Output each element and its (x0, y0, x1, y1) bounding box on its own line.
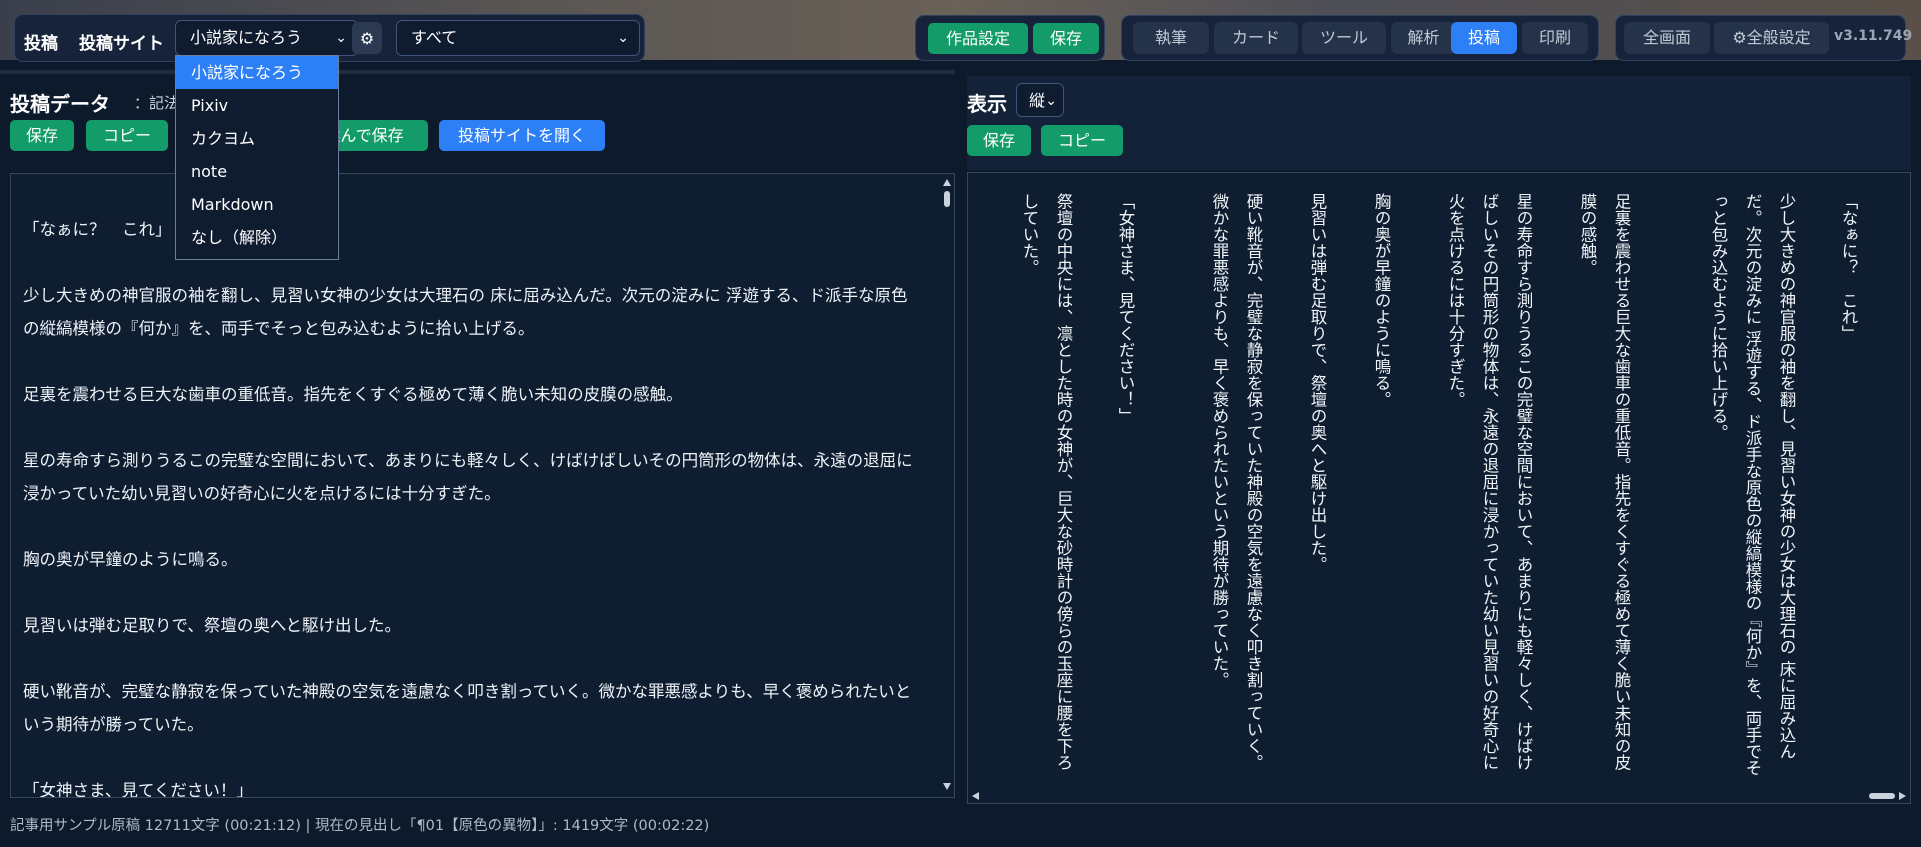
left-save-button[interactable]: 保存 (10, 120, 74, 151)
vertical-paragraph: 星の寿命すら測りうるこの完璧な空間において、あまりにも軽々しく、けばけばしいその… (1446, 193, 1533, 771)
gear-icon: ⚙ (359, 29, 375, 48)
right-save-button[interactable]: 保存 (967, 125, 1031, 156)
orientation-select[interactable]: 縦 ⌄ (1016, 83, 1064, 117)
notation-note: ：記法 (134, 94, 180, 112)
work-settings-group: 作品設定 保存 (915, 15, 1105, 61)
site-select[interactable]: 小説家になろう ⌄ (175, 20, 358, 56)
tab-card[interactable]: カード (1214, 22, 1298, 54)
vertical-paragraph: 「女神さま、見てください！」 (1116, 193, 1135, 424)
site-settings-button[interactable]: ⚙ (352, 22, 382, 54)
tab-tools[interactable]: ツール (1302, 22, 1386, 54)
vertical-paragraph: 足裏を震わせる巨大な歯車の重低音。指先をくすぐる極めて薄く脆い未知の皮膜の感触。 (1578, 193, 1631, 771)
filter-select[interactable]: すべて ⌄ (396, 20, 640, 56)
work-settings-button[interactable]: 作品設定 (928, 23, 1028, 54)
menu-item-narou[interactable]: 小説家になろう (176, 56, 338, 89)
vertical-paragraph: 少し大きめの神官服の袖を翻し、見習い女神の少女は大理石の 床に屈み込んだ。次元の… (1709, 193, 1796, 776)
paragraph: 硬い靴音が、完璧な静寂を保っていた神殿の空気を遠慮なく叩き割っていく。微かな罪悪… (23, 682, 912, 734)
toukou-label: 投稿 (24, 34, 58, 54)
menu-item-none[interactable]: なし（解除） (176, 221, 338, 254)
tab-writing[interactable]: 執筆 (1133, 22, 1209, 54)
paragraph: 「なぁに？ これ」 (23, 220, 172, 239)
chevron-down-icon: ⌄ (335, 30, 347, 46)
open-site-button[interactable]: 投稿サイトを開く (439, 120, 605, 151)
orientation-value: 縦 (1029, 91, 1046, 110)
site-select-value: 小説家になろう (190, 28, 303, 47)
filter-select-value: すべて (411, 28, 458, 47)
menu-item-note[interactable]: note (176, 155, 338, 188)
version-label: v3.11.749 (1834, 28, 1913, 44)
paragraph: 見習いは弾む足取りで、祭壇の奥へと駆け出した。 (23, 616, 402, 635)
tab-print[interactable]: 印刷 (1522, 22, 1588, 54)
fullscreen-button[interactable]: 全画面 (1624, 22, 1710, 54)
status-bar: 記事用サンプル原稿 12711文字 (00:21:12) | 現在の見出し「¶0… (10, 818, 710, 834)
tab-post[interactable]: 投稿 (1451, 22, 1517, 54)
menu-item-markdown[interactable]: Markdown (176, 188, 338, 221)
vertical-paragraph: 「なぁに？ これ」 (1839, 193, 1858, 342)
site-dropdown-menu: 小説家になろう Pixiv カクヨム note Markdown なし（解除） (175, 55, 339, 260)
paragraph: 少し大きめの神官服の袖を翻し、見習い女神の少女は大理石の 床に屈み込んだ。次元の… (23, 286, 908, 338)
top-save-button[interactable]: 保存 (1033, 23, 1099, 54)
menu-item-pixiv[interactable]: Pixiv (176, 89, 338, 122)
preview-scrollbar[interactable] (970, 791, 1908, 801)
paragraph: 星の寿命すら測りうるこの完璧な空間において、あまりにも軽々しく、けばけばしいその… (23, 451, 913, 503)
paragraph: 足裏を震わせる巨大な歯車の重低音。指先をくすぐる極めて薄く脆い未知の皮膜の感触。 (23, 385, 683, 404)
editor-content: 「なぁに？ これ」 少し大きめの神官服の袖を翻し、見習い女神の少女は大理石の 床… (23, 213, 938, 798)
global-settings-button[interactable]: ⚙全般設定 (1714, 22, 1829, 54)
post-text-editor[interactable]: 「なぁに？ これ」 少し大きめの神官服の袖を翻し、見習い女神の少女は大理石の 床… (10, 173, 955, 798)
global-group: 全画面 ⚙全般設定 v3.11.749 (1615, 15, 1912, 61)
editor-scrollbar[interactable] (942, 177, 952, 792)
display-title: 表示 (967, 92, 1007, 116)
left-panel-divider (0, 70, 955, 74)
mode-tabs-group: 執筆 カード ツール 解析 投稿 印刷 (1121, 15, 1599, 61)
menu-item-kakuyomu[interactable]: カクヨム (176, 122, 338, 155)
paragraph: 「女神さま、見てください！」 (23, 781, 253, 798)
tab-analysis[interactable]: 解析 (1391, 22, 1456, 54)
chevron-down-icon: ⌄ (617, 30, 629, 46)
right-copy-button[interactable]: コピー (1041, 125, 1123, 156)
chevron-down-icon: ⌄ (1045, 93, 1057, 109)
left-copy-button[interactable]: コピー (86, 120, 168, 151)
vertical-paragraph: 見習いは弾む足取りで、祭壇の奥へと駆け出した。 (1308, 193, 1327, 573)
vertical-paragraph: 胸の奥が早鐘のように鳴る。 (1372, 193, 1391, 408)
site-label: 投稿サイト (79, 34, 164, 54)
vertical-paragraph: 硬い靴音が、完璧な静寂を保っていた神殿の空気を遠慮なく叩き割っていく。微かな罪悪… (1210, 193, 1263, 771)
vertical-preview[interactable]: 「なぁに？ これ」 少し大きめの神官服の袖を翻し、見習い女神の少女は大理石の 床… (967, 172, 1911, 804)
post-data-title: 投稿データ (10, 92, 110, 116)
vertical-paragraph: 祭壇の中央には、凛とした時の女神が、巨大な砂時計の傍らの玉座に腰を下ろしていた。 (1020, 193, 1073, 771)
paragraph: 胸の奥が早鐘のように鳴る。 (23, 550, 238, 569)
